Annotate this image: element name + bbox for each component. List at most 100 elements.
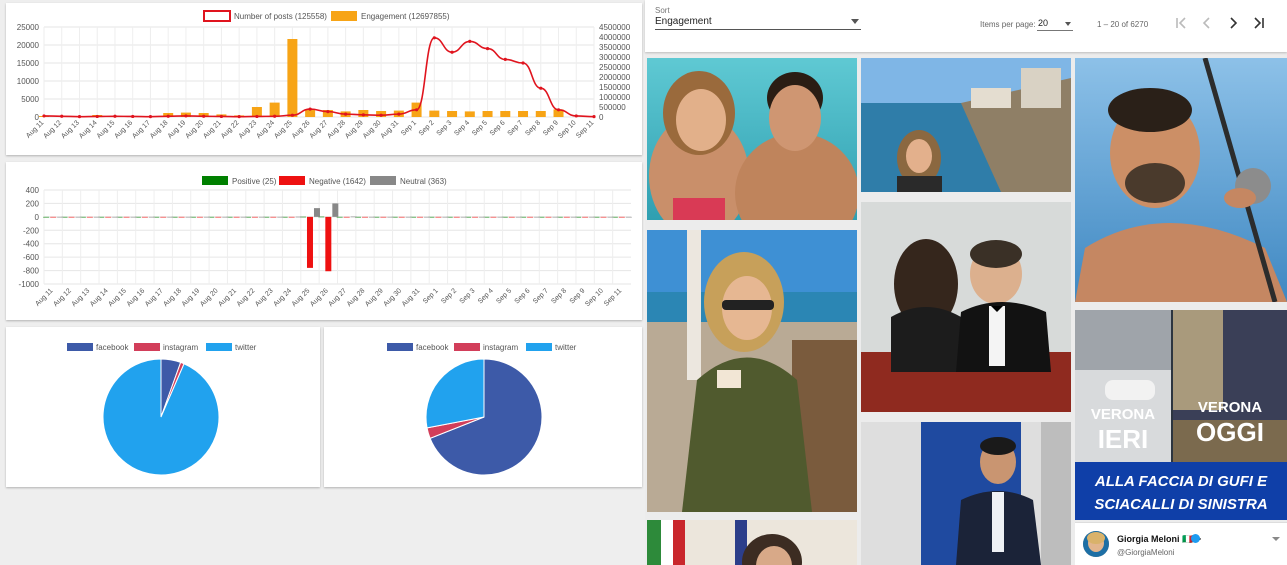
x-tick-label: Aug 12 — [43, 119, 64, 140]
post-photo-man-suit[interactable] — [861, 422, 1071, 565]
posts-point — [202, 114, 206, 118]
post-photo-woman-flag[interactable] — [647, 520, 857, 565]
embedded-tweet[interactable]: Giorgia Meloni 🇮🇹 > @GiorgiaMeloni — [1075, 522, 1287, 565]
items-per-page-select[interactable]: 20 — [1037, 16, 1073, 31]
posts-point — [414, 108, 419, 112]
post-photo-woman-drink[interactable] — [647, 230, 857, 512]
photo-image — [647, 230, 857, 512]
sort-select[interactable]: Engagement — [655, 14, 861, 30]
items-per-page-value: 20 — [1038, 18, 1049, 28]
y-tick-label: -400 — [23, 240, 40, 249]
x-tick-label: Aug 23 — [254, 287, 275, 308]
y-tick-label: 3500000 — [599, 43, 631, 52]
posts-point — [77, 115, 82, 119]
legend-label-neutral: Neutral (363) — [400, 177, 447, 186]
neutral-bar — [460, 216, 467, 218]
x-tick-label: Sep 4 — [477, 287, 495, 305]
last-page-button[interactable] — [1250, 14, 1268, 32]
neutral-bar — [185, 216, 192, 218]
posts-point — [184, 114, 188, 118]
x-tick-label: Aug 28 — [346, 287, 367, 308]
y-tick-label: 4000000 — [599, 33, 631, 42]
x-tick-label: Aug 15 — [107, 287, 128, 308]
posts-point — [290, 113, 294, 117]
legend-label-instagram: instagram — [483, 343, 518, 352]
poster-right-heading: VERONA — [1198, 399, 1262, 416]
items-per-page-label: Items per page: — [980, 20, 1036, 29]
x-axis: Aug 11Aug 12Aug 13Aug 14Aug 15Aug 16Aug … — [34, 287, 623, 308]
tweet-author-handle: @GiorgiaMeloni — [1117, 548, 1175, 557]
post-photo-verona-poster[interactable]: VERONA IERI VERONA OGGI ALLA FACCIA DI G… — [1075, 310, 1287, 520]
neutral-bar — [387, 216, 394, 218]
engagement-bar — [287, 39, 298, 117]
post-photo-couple-kiss[interactable] — [861, 202, 1071, 412]
x-tick-label: Sep 11 — [603, 287, 623, 307]
photo-image — [647, 58, 857, 220]
legend-label-posts: Number of posts (125558) — [234, 12, 327, 21]
post-photo-couple-sea[interactable] — [647, 58, 857, 220]
neutral-bar — [424, 216, 431, 218]
negative-bar — [68, 216, 75, 218]
neutral-bar — [75, 216, 82, 218]
legend-swatch-twitter — [206, 343, 232, 351]
x-tick-label: Aug 20 — [199, 287, 220, 308]
posts-point — [450, 50, 454, 54]
y-tick-label: 25000 — [17, 23, 40, 32]
neutral-bar — [57, 216, 64, 218]
neutral-bar — [515, 216, 522, 218]
sort-selected-value: Engagement — [655, 16, 712, 27]
negative-bar — [435, 216, 442, 218]
x-tick-label: Aug 13 — [60, 119, 81, 140]
posts-point — [521, 61, 525, 65]
pie-slice-twitter — [102, 358, 220, 476]
platform-pie-chart: facebook instagram twitter — [387, 343, 577, 476]
chevron-left-icon — [1202, 17, 1210, 29]
y-tick-label: 200 — [26, 199, 40, 208]
photo-image — [1075, 58, 1287, 302]
negative-bar — [251, 216, 258, 218]
post-photo-man-fishing[interactable] — [1075, 58, 1287, 302]
posts-engagement-chart-card: Number of posts (125558) Engagement (126… — [6, 3, 642, 155]
y-tick-label: 20000 — [17, 41, 40, 50]
legend-label-facebook: facebook — [416, 343, 449, 352]
posts-line-path — [43, 36, 595, 118]
posts-point — [308, 107, 312, 111]
x-tick-label: Sep 4 — [453, 119, 471, 137]
posts-point — [113, 114, 117, 118]
x-tick-label: Aug 29 — [364, 287, 385, 308]
negative-bar — [508, 216, 515, 218]
negative-bar — [270, 216, 277, 218]
posts-point — [503, 57, 507, 62]
posts-point — [574, 114, 578, 118]
y-tick-label: 10000 — [17, 77, 40, 86]
negative-bar — [141, 216, 148, 218]
x-tick-label: Aug 17 — [131, 119, 152, 140]
chevron-down-icon[interactable] — [1272, 537, 1280, 541]
neutral-bar — [405, 216, 412, 218]
photo-image — [861, 422, 1071, 565]
x-tick-label: Aug 11 — [25, 119, 45, 139]
posts-point — [468, 39, 472, 44]
x-tick-label: Aug 17 — [144, 287, 165, 308]
negative-bar — [196, 216, 203, 218]
neutral-bar — [607, 216, 614, 218]
first-page-button[interactable] — [1172, 14, 1190, 32]
platform-pie-card-posts: facebook instagram twitter — [6, 327, 320, 487]
next-page-button[interactable] — [1224, 14, 1242, 32]
post-photo-woman-coast[interactable] — [861, 58, 1071, 192]
x-tick-label: Sep 10 — [584, 287, 605, 308]
pie-slice-twitter — [425, 358, 485, 429]
posts-point — [485, 47, 490, 51]
photo-image — [861, 202, 1071, 412]
x-tick-label: Aug 22 — [220, 119, 241, 140]
negative-bar — [600, 216, 607, 218]
y-axis-left: 0500010000150002000025000 — [17, 23, 40, 122]
x-tick-label: Aug 23 — [238, 119, 259, 140]
previous-page-button[interactable] — [1198, 14, 1216, 32]
x-tick-label: Aug 15 — [96, 119, 117, 140]
neutral-bar — [277, 216, 284, 218]
posts-point — [148, 115, 153, 119]
sentiment-chart: Positive (25) Negative (1642) Neutral (3… — [19, 176, 632, 308]
engagement-bars — [39, 39, 564, 117]
legend-label-positive: Positive (25) — [232, 177, 277, 186]
